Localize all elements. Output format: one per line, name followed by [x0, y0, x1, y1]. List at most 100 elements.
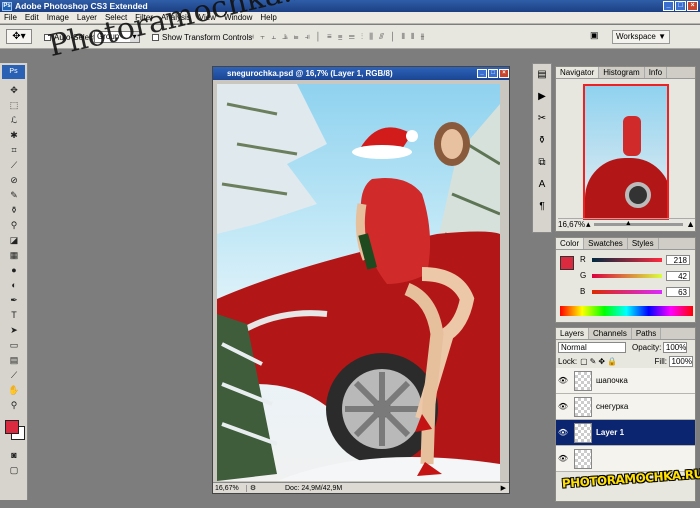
blend-mode-select[interactable]: Normal [558, 341, 626, 353]
marquee-tool-icon[interactable]: ⬚ [4, 98, 24, 112]
app-title: Adobe Photoshop CS3 Extended [15, 1, 148, 11]
notes-tool-icon[interactable]: ▤ [4, 353, 24, 367]
zoom-level[interactable]: 16,67% [213, 484, 247, 492]
fill-input[interactable]: 100% [669, 355, 693, 367]
opacity-label: Opacity: [632, 342, 662, 352]
magic-wand-tool-icon[interactable]: ✱ [4, 128, 24, 142]
menu-file[interactable]: File [0, 13, 21, 22]
foreground-color-swatch[interactable] [5, 420, 19, 434]
visibility-eye-icon[interactable]: 👁 [556, 454, 570, 463]
workspace-icon[interactable]: ▣ [590, 30, 602, 42]
shape-tool-icon[interactable]: ▭ [4, 338, 24, 352]
tool-presets-icon[interactable]: ✂ [533, 108, 551, 130]
zoom-out-icon[interactable]: ▴ [586, 219, 591, 230]
character-panel-icon[interactable]: A [533, 174, 551, 196]
document-window[interactable]: snegurochka.psd @ 16,7% (Layer 1, RGB/8)… [212, 66, 510, 494]
lasso-tool-icon[interactable]: ℒ [4, 113, 24, 127]
scene-illustration [217, 84, 500, 481]
image-canvas[interactable] [217, 84, 500, 481]
tab-info[interactable]: Info [645, 67, 668, 78]
layer-row[interactable]: 👁 шапочка [556, 368, 695, 394]
tab-styles[interactable]: Styles [628, 238, 659, 249]
ps-logo-icon: Ps [2, 65, 25, 79]
color-swatches[interactable] [3, 416, 25, 444]
healing-brush-icon[interactable]: ⊘ [4, 173, 24, 187]
eraser-tool-icon[interactable]: ◪ [4, 233, 24, 247]
tab-channels[interactable]: Channels [589, 328, 632, 339]
zoom-slider[interactable]: ▲ [593, 220, 684, 227]
eyedropper-tool-icon[interactable]: ⟋ [4, 368, 24, 382]
move-tool-icon[interactable]: ✥ [4, 83, 24, 97]
document-title: snegurochka.psd @ 16,7% (Layer 1, RGB/8) [227, 69, 393, 78]
menu-edit[interactable]: Edit [21, 13, 43, 22]
layer-row-selected[interactable]: 👁 Layer 1 [556, 420, 695, 446]
type-tool-icon[interactable]: T [4, 308, 24, 322]
navigator-panel: Navigator Histogram Info 16,67% ▴ ▲ ▲ [555, 66, 696, 232]
brushes-panel-icon[interactable]: ▤ [533, 64, 551, 86]
status-menu-icon[interactable]: ⚙ [247, 484, 259, 492]
quick-mask-icon[interactable]: ◙ [4, 448, 24, 462]
lock-label: Lock: [558, 356, 578, 366]
layer-thumbnail [574, 370, 592, 391]
pen-tool-icon[interactable]: ✒ [4, 293, 24, 307]
visibility-eye-icon[interactable]: 👁 [556, 428, 570, 437]
hand-tool-icon[interactable]: ✋ [4, 383, 24, 397]
actions-panel-icon[interactable]: ▶ [533, 86, 551, 108]
paragraph-panel-icon[interactable]: ¶ [533, 196, 551, 218]
opacity-input[interactable]: 100% [663, 341, 688, 353]
status-arrow-icon[interactable]: ▶ [501, 484, 509, 492]
visibility-eye-icon[interactable]: 👁 [556, 402, 570, 411]
zoom-in-icon[interactable]: ▲ [686, 219, 695, 229]
document-title-bar[interactable]: snegurochka.psd @ 16,7% (Layer 1, RGB/8)… [213, 67, 509, 80]
color-ramp[interactable] [560, 306, 693, 316]
layer-name: шапочка [596, 376, 628, 385]
fill-label: Fill: [654, 356, 667, 366]
workspace-button[interactable]: Workspace ▼ [612, 30, 670, 44]
navigator-preview[interactable] [582, 84, 669, 220]
r-label: R [580, 255, 586, 264]
doc-size: Doc: 24,9M/42,9M [285, 484, 343, 492]
g-slider[interactable] [592, 274, 662, 278]
close-button[interactable]: × [687, 1, 698, 11]
tab-color[interactable]: Color [556, 238, 585, 249]
doc-minimize-button[interactable]: _ [477, 69, 487, 78]
layer-comps-icon[interactable]: ⧉ [533, 152, 551, 174]
r-value[interactable]: 218 [666, 255, 690, 265]
b-label: B [580, 287, 586, 296]
doc-maximize-button[interactable]: □ [488, 69, 498, 78]
lock-icons[interactable]: ▢✎✥🔒 [580, 357, 619, 366]
align-distribute-icons[interactable]: ⫞ ⫟ ⫠ ⫡ ⫢ ⫣ │ ≡ ≣ ☰ ⫶ ⫼ ⫻ │ ⦀ ⫴ ⫵ [250, 32, 580, 42]
tab-swatches[interactable]: Swatches [584, 238, 628, 249]
visibility-eye-icon[interactable]: 👁 [556, 376, 570, 385]
tab-layers[interactable]: Layers [556, 328, 590, 339]
layer-thumbnail [574, 448, 592, 469]
tab-histogram[interactable]: Histogram [599, 67, 645, 78]
tab-navigator[interactable]: Navigator [556, 67, 600, 78]
brush-tool-icon[interactable]: ✎ [4, 188, 24, 202]
move-tool-preset-icon[interactable]: ✥▾ [6, 29, 32, 44]
b-value[interactable]: 63 [666, 287, 690, 297]
path-selection-icon[interactable]: ➤ [4, 323, 24, 337]
doc-close-button[interactable]: × [499, 69, 509, 78]
dodge-tool-icon[interactable]: ◐ [4, 278, 24, 292]
minimize-button[interactable]: _ [663, 1, 674, 11]
clone-source-icon[interactable]: ⚱ [533, 130, 551, 152]
maximize-button[interactable]: □ [675, 1, 686, 11]
menu-image[interactable]: Image [43, 13, 73, 22]
tab-paths[interactable]: Paths [632, 328, 662, 339]
navigator-zoom[interactable]: 16,67% [558, 220, 586, 229]
blur-tool-icon[interactable]: ● [4, 263, 24, 277]
crop-tool-icon[interactable]: ⌗ [4, 143, 24, 157]
r-slider[interactable] [592, 258, 662, 262]
layer-thumbnail [574, 396, 592, 417]
stamp-tool-icon[interactable]: ⚱ [4, 203, 24, 217]
b-slider[interactable] [592, 290, 662, 294]
history-brush-icon[interactable]: ⚲ [4, 218, 24, 232]
slice-tool-icon[interactable]: ⟋ [4, 158, 24, 172]
zoom-tool-icon[interactable]: ⚲ [4, 398, 24, 412]
layer-row[interactable]: 👁 снегурка [556, 394, 695, 420]
screen-mode-icon[interactable]: ▢ [4, 463, 24, 477]
color-fg-swatch[interactable] [560, 256, 574, 270]
gradient-tool-icon[interactable]: ▦ [4, 248, 24, 262]
g-value[interactable]: 42 [666, 271, 690, 281]
